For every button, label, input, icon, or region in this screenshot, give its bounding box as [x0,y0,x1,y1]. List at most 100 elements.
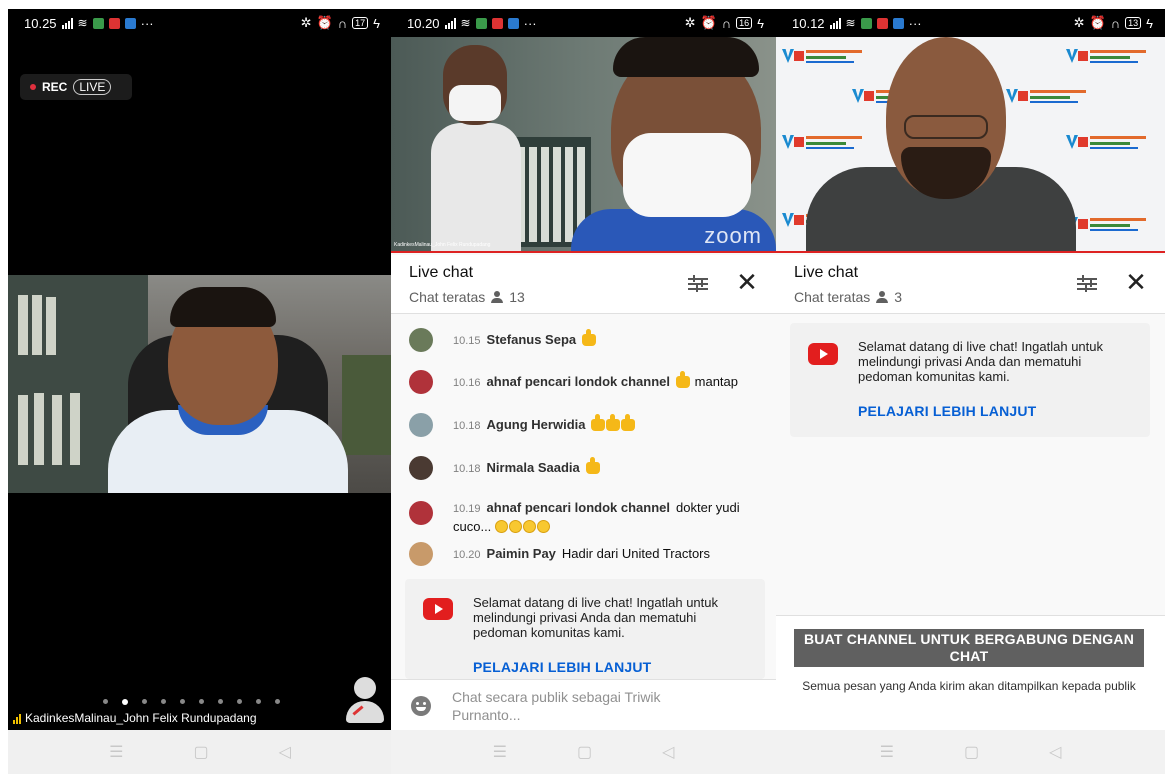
event-logo [1006,89,1090,107]
chat-input[interactable]: Chat secara publik sebagai Triwik Purnan… [452,688,692,724]
back-icon[interactable]: ◁ [1049,742,1061,762]
message-time: 10.20 [453,549,481,561]
event-logo [1066,135,1150,153]
page-indicator [103,699,280,705]
chat-message: 10.16 ahnaf pencari londok channel mantap [409,370,759,394]
menu-icon[interactable]: ☰ [493,742,507,762]
wifi-icon: ≋ [77,16,88,30]
system-nav-bar: ☰ ▢ ◁ [391,730,776,774]
status-time: 10.25 [24,15,57,31]
app-notification-icon [92,17,104,29]
status-bar: 10.20 ≋ ··· ✲ ⏰ ∩ 16 ϟ [391,9,776,37]
signal-icon [61,17,73,29]
grinning-face-icon [536,520,550,533]
close-icon[interactable]: ✕ [1123,269,1149,295]
home-icon[interactable]: ▢ [193,742,208,762]
avatar[interactable] [409,413,433,437]
chat-message: 10.18 Agung Herwidia [409,413,759,437]
wifi-icon: ≋ [845,16,856,30]
face-mask [449,85,501,121]
vibrate-icon: ✲ [1073,15,1085,30]
close-icon[interactable]: ✕ [734,269,760,295]
battery-icon: 17 [352,17,369,29]
alarm-icon: ⏰ [316,15,333,30]
learn-more-link[interactable]: PELAJARI LEBIH LANJUT [858,403,1036,419]
back-icon[interactable]: ◁ [662,742,674,762]
chat-mode-label: Chat teratas [409,289,486,305]
message-author[interactable]: Stefanus Sepa [487,332,577,347]
live-video-player[interactable] [776,37,1165,253]
filter-settings-icon[interactable] [688,273,710,295]
record-dot-icon [30,84,36,90]
more-icon: ··· [523,15,537,31]
viewer-count: 13 [509,289,525,305]
avatar[interactable] [409,328,433,352]
chat-title: Live chat [794,264,859,281]
charging-icon: ϟ [373,15,380,31]
chat-mode-selector[interactable]: Chat teratas 3 [794,289,902,305]
chat-mode-label: Chat teratas [794,289,871,305]
speaker-video[interactable] [8,275,392,493]
battery-icon: 16 [736,17,753,29]
home-icon[interactable]: ▢ [577,742,592,762]
menu-icon[interactable]: ☰ [109,742,123,762]
app-notification-icon [491,17,503,29]
status-time: 10.20 [407,15,440,31]
message-text: mantap [694,374,739,389]
self-view-avatar-icon[interactable] [344,673,384,725]
message-author[interactable]: Paimin Pay [487,546,556,561]
vibrate-icon: ✲ [684,15,696,30]
grinning-face-icon [522,520,536,533]
home-icon[interactable]: ▢ [964,742,979,762]
welcome-banner: Selamat datang di live chat! Ingatlah un… [405,579,765,679]
message-author[interactable]: ahnaf pencari londok channel [487,500,670,515]
chat-title: Live chat [409,264,474,281]
chat-message: 10.20 Paimin Pay Hadir dari United Tractor… [409,542,759,566]
back-icon[interactable]: ◁ [279,742,291,762]
face-mask [623,133,751,217]
vibrate-icon: ✲ [300,15,312,30]
message-author[interactable]: ahnaf pencari londok channel [487,374,670,389]
app-notification-icon [876,17,888,29]
live-video-player[interactable]: zoom KadinkesMalinau_John Felix Rundupad… [391,37,776,253]
shelf-right [342,355,392,455]
grinning-face-icon [494,520,508,533]
zoom-watermark: zoom [704,223,762,248]
speaker-hair [613,37,759,77]
message-time: 10.15 [453,335,481,347]
chat-message: 10.15 Stefanus Sepa [409,328,759,352]
chat-header: Live chat Chat teratas 3 ✕ [776,255,1165,314]
alarm-icon: ⏰ [700,15,717,30]
thumbs-up-icon [591,414,606,431]
chat-message: 10.19 ahnaf pencari londok channel dokter … [409,496,759,535]
chat-message: 10.18 Nirmala Saadia [409,456,759,480]
app-notification-icon [108,17,120,29]
app-notification-icon [860,17,872,29]
viewers-icon [876,291,889,303]
learn-more-link[interactable]: PELAJARI LEBIH LANJUT [473,659,651,675]
chat-mode-selector[interactable]: Chat teratas 13 [409,289,525,305]
more-icon: ··· [140,15,154,31]
message-time: 10.18 [453,463,481,475]
event-logo [1066,49,1150,67]
message-author[interactable]: Agung Herwidia [487,417,586,432]
audio-signal-icon [13,713,21,724]
message-author[interactable]: Nirmala Saadia [487,460,580,475]
avatar[interactable] [409,456,433,480]
phone-screen-zoom-meeting: 10.25 ≋ ··· ✲ ⏰ ∩ 17 ϟ REC LIVE Kadinkes… [8,9,392,774]
avatar[interactable] [409,370,433,394]
speaker-hair [170,287,276,327]
chat-header: Live chat Chat teratas 13 ✕ [391,255,776,314]
menu-icon[interactable]: ☰ [880,742,894,762]
participant-label: KadinkesMalinau_John Felix Rundupadang [13,711,257,725]
emoji-icon[interactable] [411,696,431,716]
create-channel-button[interactable]: BUAT CHANNEL UNTUK BERGABUNG DENGAN CHAT [794,629,1144,667]
avatar[interactable] [409,542,433,566]
viewer-count: 3 [894,289,903,305]
filter-settings-icon[interactable] [1077,273,1099,295]
avatar[interactable] [409,501,433,525]
rec-label: REC [42,80,68,94]
phone-screen-youtube-live-chat: 10.12 ≋ ··· ✲ ⏰ ∩ 13 ϟ Live chat Chat te… [776,9,1165,774]
app-notification-icon [124,17,136,29]
thumbs-up-icon [621,414,636,431]
